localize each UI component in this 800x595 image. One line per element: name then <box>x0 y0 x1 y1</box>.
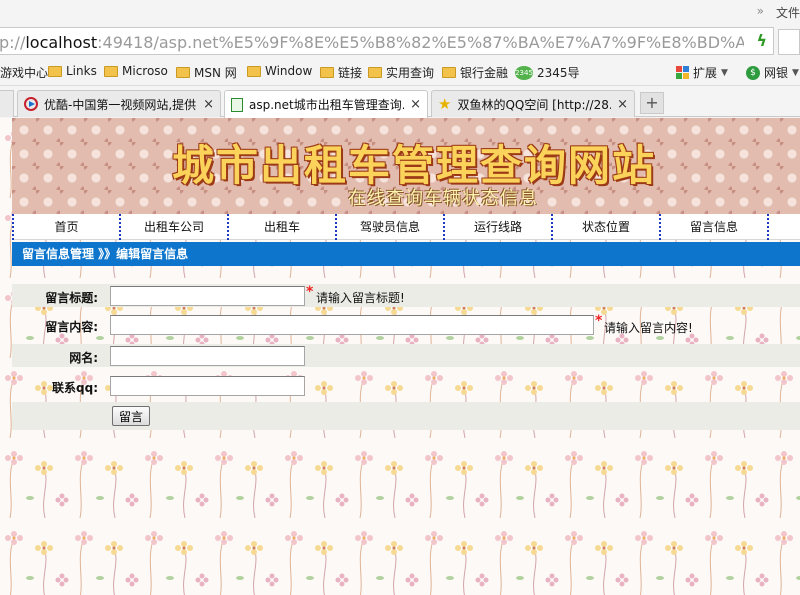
speed-mode-icon[interactable]: ϟ <box>756 31 767 50</box>
file-menu[interactable]: 文件 <box>776 4 800 21</box>
nav-taxi-company[interactable]: 出租车公司 <box>121 214 229 240</box>
bookmark-label: Links <box>66 64 97 78</box>
nav-routes[interactable]: 运行线路 <box>445 214 553 240</box>
close-icon[interactable]: × <box>617 97 628 112</box>
tab-youku[interactable]: 优酷-中国第一视频网站,提供... × <box>17 90 221 117</box>
required-star: * <box>306 284 314 300</box>
extensions-icon <box>676 66 689 79</box>
tab-scroll-left[interactable] <box>0 90 14 117</box>
more-chevron-icon[interactable]: » <box>757 4 764 18</box>
bookmark-links-cn[interactable]: 链接 <box>320 64 362 81</box>
close-icon[interactable]: × <box>203 97 214 112</box>
bookmark-msn[interactable]: MSN 网 <box>176 64 237 81</box>
tab-taxi-site[interactable]: asp.net城市出租车管理查询... × <box>224 90 428 118</box>
nav-taxi[interactable]: 出租车 <box>229 214 337 240</box>
bookmark-game-center[interactable]: 游戏中心 <box>0 64 48 81</box>
web-page: 城市出租车管理查询网站 在线查询车辆状态信息 首页 出租车公司 出租车 驾驶员信… <box>0 118 800 595</box>
page-icon <box>231 97 243 112</box>
form-row-submit: 留言 <box>12 402 800 430</box>
address-dropdown-button[interactable] <box>778 29 800 55</box>
qq-label: 联系qq: <box>52 381 98 395</box>
content-input[interactable] <box>110 315 594 335</box>
bookmark-label: Microso <box>122 64 168 78</box>
folder-icon <box>176 67 190 78</box>
nickname-label: 网名: <box>69 351 98 365</box>
content-hint: 请输入留言内容! <box>604 321 693 335</box>
title-hint: 请输入留言标题! <box>316 291 405 305</box>
content-label: 留言内容: <box>45 320 98 334</box>
bank-label: 网银 <box>764 66 789 80</box>
close-icon[interactable]: × <box>410 97 421 112</box>
tab-label: asp.net城市出租车管理查询... <box>249 98 405 112</box>
nickname-input[interactable] <box>110 346 305 366</box>
folder-icon <box>247 65 261 77</box>
bookmarks-bar: 游戏中心 Links Microso MSN 网 Window 链接 实用查询 … <box>0 58 800 86</box>
folder-icon <box>104 65 118 77</box>
nav-messages[interactable]: 留言信息 <box>661 214 769 240</box>
bookmark-microsoft[interactable]: Microso <box>104 64 168 78</box>
bank-icon: $ <box>746 65 760 80</box>
nav-status-location[interactable]: 状态位置 <box>553 214 661 240</box>
main-nav: 首页 出租车公司 出租车 驾驶员信息 运行线路 状态位置 留言信息 <box>12 214 800 240</box>
tab-qq-space[interactable]: ★ 双鱼林的QQ空间 [http://28... × <box>431 90 635 117</box>
title-input[interactable] <box>110 286 305 306</box>
bookmark-windows[interactable]: Window <box>247 64 312 78</box>
extensions-label: 扩展 <box>693 66 718 80</box>
tab-label: 双鱼林的QQ空间 [http://28... <box>457 97 612 112</box>
new-tab-button[interactable]: + <box>640 92 664 114</box>
bookmark-label: Window <box>265 64 313 78</box>
bookmark-label: 游戏中心 <box>0 66 49 80</box>
bookmark-utility-query[interactable]: 实用查询 <box>368 64 434 81</box>
address-bar[interactable]: p://localhost:49418/asp.net%E5%9F%8E%E5%… <box>0 27 774 55</box>
bookmark-label: 实用查询 <box>386 66 435 80</box>
tab-bar: 优酷-中国第一视频网站,提供... × asp.net城市出租车管理查询... … <box>0 87 800 118</box>
caret-down-icon: ▼ <box>792 67 799 78</box>
nav-driver-info[interactable]: 驾驶员信息 <box>337 214 445 240</box>
online-bank-button[interactable]: $ 网银 ▼ <box>746 64 799 81</box>
browser-top-strip: » 文件 <box>0 0 800 26</box>
bookmark-label: 银行金融 <box>460 66 509 80</box>
folder-icon <box>368 67 382 78</box>
form-row-name: 网名: <box>12 344 800 367</box>
form-row-content: 留言内容: * 请输入留言内容! <box>12 313 800 336</box>
required-star: * <box>595 313 603 329</box>
bookmark-bank-finance[interactable]: 银行金融 <box>442 64 508 81</box>
bookmark-label: MSN 网 <box>194 66 237 80</box>
extensions-button[interactable]: 扩展 ▼ <box>676 64 728 81</box>
folder-icon <box>320 67 334 78</box>
form-row-title: 留言标题: * 请输入留言标题! <box>12 284 800 307</box>
form-row-qq: 联系qq: <box>12 374 800 397</box>
star-icon: ★ <box>438 95 452 113</box>
tab-label: 优酷-中国第一视频网站,提供... <box>44 97 198 112</box>
submit-message-button[interactable]: 留言 <box>112 406 151 426</box>
site-banner: 城市出租车管理查询网站 在线查询车辆状态信息 <box>12 118 800 214</box>
address-url[interactable]: p://localhost:49418/asp.net%E5%9F%8E%E5%… <box>0 33 744 52</box>
folder-icon <box>442 67 456 78</box>
folder-icon <box>48 65 62 77</box>
bookmark-links[interactable]: Links <box>48 64 97 78</box>
2345-logo-icon: 2345 <box>515 65 533 80</box>
bookmark-label: 2345导 <box>537 66 580 80</box>
youku-play-icon <box>24 97 38 111</box>
url-host: localhost <box>25 33 98 52</box>
title-label: 留言标题: <box>45 291 98 305</box>
url-scheme: p:// <box>0 33 26 52</box>
bookmark-2345[interactable]: 2345 2345导 <box>515 64 580 81</box>
caret-down-icon: ▼ <box>721 67 728 78</box>
breadcrumb: 留言信息管理 》》编辑留言信息 <box>12 242 800 266</box>
bookmark-label: 链接 <box>338 66 363 80</box>
qq-input[interactable] <box>110 376 305 396</box>
site-subtitle: 在线查询车辆状态信息 <box>348 188 538 209</box>
url-path: :49418/asp.net%E5%9F%8E%E5%B8%82%E5%87%B… <box>97 33 744 52</box>
address-row: p://localhost:49418/asp.net%E5%9F%8E%E5%… <box>0 26 800 58</box>
nav-home[interactable]: 首页 <box>12 214 121 240</box>
